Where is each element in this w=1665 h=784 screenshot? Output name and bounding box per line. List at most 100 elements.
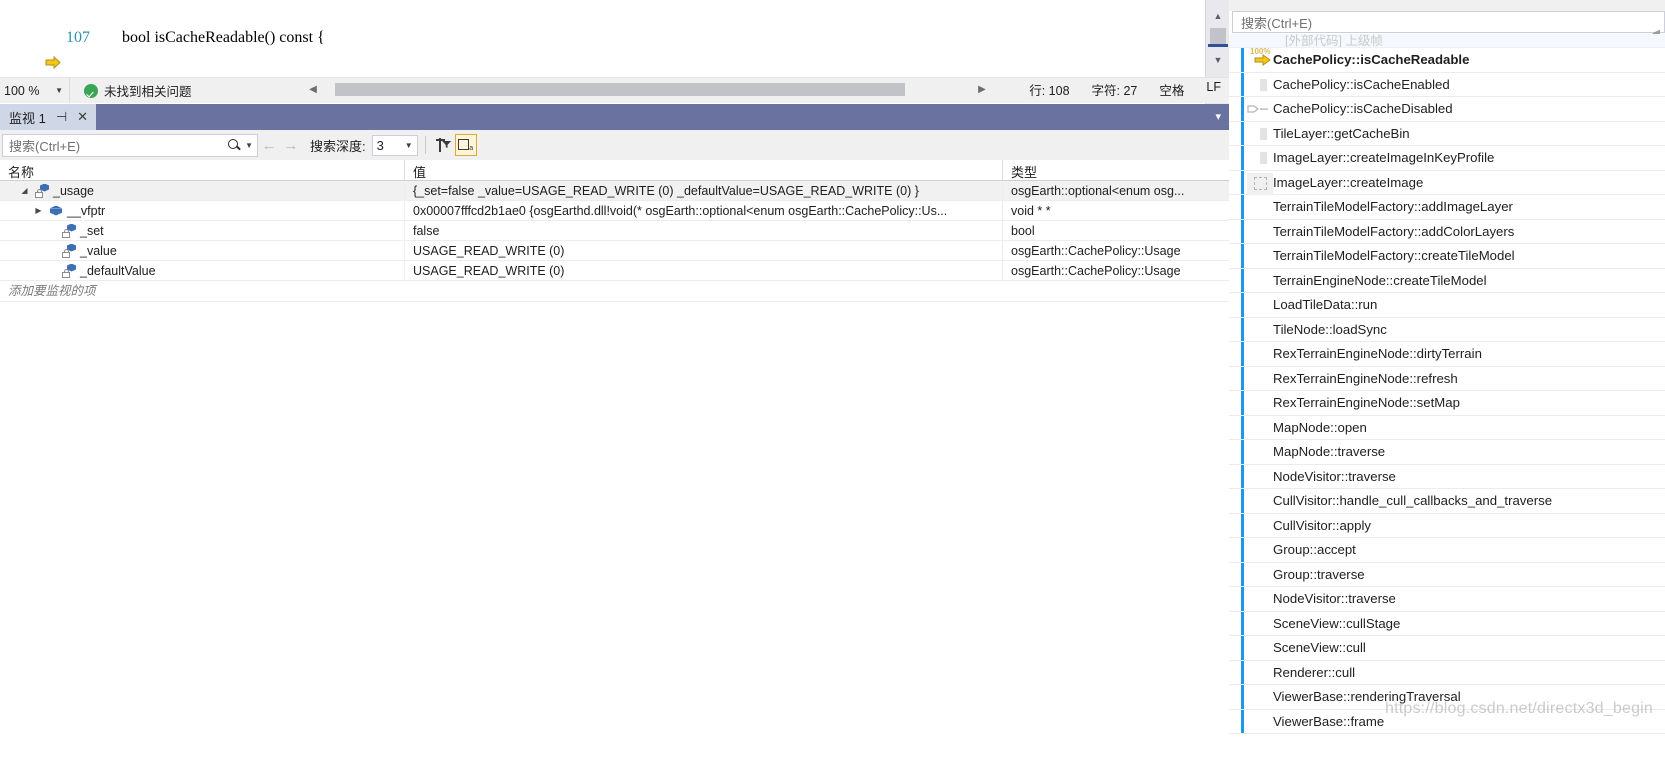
frame-label: TerrainTileModelFactory::addImageLayer xyxy=(1273,199,1513,215)
watch-name-cell[interactable]: ▶ __vfptr xyxy=(0,200,405,221)
table-row[interactable]: ◢ _usage {_set=false _value=USAGE_READ_W… xyxy=(0,180,1229,201)
pin-icon[interactable]: ⊣ xyxy=(56,109,67,125)
watch-value-cell[interactable]: USAGE_READ_WRITE (0) xyxy=(405,240,1003,261)
call-stack-frame[interactable]: Renderer::cull xyxy=(1229,660,1665,685)
frame-tick-icon xyxy=(1260,127,1267,140)
watch-value-cell[interactable]: {_set=false _value=USAGE_READ_WRITE (0) … xyxy=(405,180,1003,201)
column-header-name[interactable]: 名称 xyxy=(0,160,405,180)
call-stack-frame[interactable]: CullVisitor::apply xyxy=(1229,513,1665,538)
call-stack-frame[interactable]: RexTerrainEngineNode::refresh xyxy=(1229,366,1665,391)
code-editor[interactable]: 107 bool isCacheReadable() const { 108 r… xyxy=(0,0,1229,77)
filter-button[interactable] xyxy=(433,134,455,156)
call-stack-frame[interactable]: TerrainTileModelFactory::addColorLayers xyxy=(1229,219,1665,244)
scrollbar-track[interactable] xyxy=(321,82,974,96)
search-depth-combo[interactable]: 3 ▼ xyxy=(371,134,418,156)
watch-value-cell[interactable]: false xyxy=(405,220,1003,241)
call-stack-frame[interactable]: CachePolicy::isCacheDisabled xyxy=(1229,97,1665,122)
watch-toolbar: 搜索(Ctrl+E) ▼ ← → 搜索深度: 3 ▼ a xyxy=(0,130,1229,160)
call-stack-frame[interactable]: TerrainTileModelFactory::addImageLayer xyxy=(1229,195,1665,220)
frame-label: SceneView::cullStage xyxy=(1273,615,1401,631)
call-stack-frame[interactable]: ImageLayer::createImageInKeyProfile xyxy=(1229,146,1665,171)
table-row[interactable]: ▶ _defaultValue USAGE_READ_WRITE (0) osg… xyxy=(0,260,1229,281)
problems-indicator[interactable]: 未找到相关问题 xyxy=(84,81,192,100)
scroll-down-arrow-icon[interactable]: ▼ xyxy=(1210,52,1226,68)
call-stack-search-input[interactable]: 搜索(Ctrl+E) ◀ xyxy=(1232,11,1665,39)
scroll-left-arrow-icon[interactable]: ◀ xyxy=(305,84,321,95)
editor-horizontal-scrollbar[interactable]: ◀ ▶ xyxy=(305,80,990,98)
expander-collapsed-icon[interactable]: ▶ xyxy=(32,201,45,221)
watch-grid[interactable]: 名称 值 类型 ◢ _usage {_set=false _value=USAG… xyxy=(0,160,1229,784)
watch-name: __vfptr xyxy=(67,203,106,218)
call-stack-frame[interactable]: CullVisitor::handle_cull_callbacks_and_t… xyxy=(1229,489,1665,514)
active-thread-indicator xyxy=(1241,709,1244,733)
table-row[interactable]: ▶ __vfptr 0x00007fffcd2b1ae0 {osgEarthd.… xyxy=(0,200,1229,221)
scrollbar-thumb[interactable] xyxy=(1210,28,1226,44)
call-stack-frame[interactable]: TerrainEngineNode::createTileModel xyxy=(1229,268,1665,293)
active-thread-indicator xyxy=(1241,219,1244,243)
call-stack-frame-current[interactable]: 100% CachePolicy::isCacheReadable xyxy=(1229,47,1665,73)
active-thread-indicator xyxy=(1241,146,1244,170)
watch-name: _set xyxy=(80,223,104,238)
frame-gutter xyxy=(1229,121,1273,145)
scroll-right-arrow-icon[interactable]: ▶ xyxy=(974,84,990,95)
expander-placeholder: ▶ xyxy=(45,241,58,261)
call-stack-frame[interactable]: Group::accept xyxy=(1229,538,1665,563)
call-stack-frame[interactable]: ImageLayer::createImage xyxy=(1229,170,1665,195)
line-ending-indicator: LF xyxy=(1206,80,1221,94)
chevron-down-icon[interactable]: ▼ xyxy=(55,86,63,95)
expander-expanded-icon[interactable]: ◢ xyxy=(18,181,31,201)
call-stack-frame[interactable]: RexTerrainEngineNode::setMap xyxy=(1229,391,1665,416)
watch-value-cell[interactable]: 0x00007fffcd2b1ae0 {osgEarthd.dll!void(*… xyxy=(405,200,1003,221)
call-stack-frame[interactable]: SceneView::cull xyxy=(1229,636,1665,661)
call-stack-frame[interactable]: NodeVisitor::traverse xyxy=(1229,464,1665,489)
watch-name-cell[interactable]: ▶ _set xyxy=(0,220,405,241)
call-stack-frame[interactable]: CachePolicy::isCacheEnabled xyxy=(1229,72,1665,97)
active-thread-indicator xyxy=(1241,660,1244,684)
active-thread-indicator xyxy=(1241,415,1244,439)
frame-label: RexTerrainEngineNode::setMap xyxy=(1273,395,1460,411)
close-icon[interactable]: ✕ xyxy=(77,109,88,125)
scroll-up-arrow-icon[interactable]: ▲ xyxy=(1210,8,1226,24)
chevron-down-icon[interactable]: ▾ xyxy=(1215,110,1221,123)
table-row[interactable]: ▶ _set false bool xyxy=(0,220,1229,241)
column-header-value[interactable]: 值 xyxy=(405,160,1003,180)
frame-gutter xyxy=(1229,72,1273,96)
search-next-button[interactable]: → xyxy=(280,137,302,154)
call-stack-frame[interactable]: SceneView::cullStage xyxy=(1229,611,1665,636)
hex-display-toggle[interactable]: a xyxy=(454,134,477,156)
frame-label: ImageLayer::createImageInKeyProfile xyxy=(1273,150,1495,166)
active-thread-indicator xyxy=(1241,195,1244,219)
scrollbar-thumb[interactable] xyxy=(335,82,905,96)
watch-add-item-row[interactable]: 添加要监视的项 xyxy=(0,281,1229,302)
call-stack-frame[interactable]: LoadTileData::run xyxy=(1229,293,1665,318)
watch-search-input[interactable]: 搜索(Ctrl+E) ▼ xyxy=(2,133,258,157)
search-icon[interactable] xyxy=(227,138,242,153)
call-stack-frame[interactable]: NodeVisitor::traverse xyxy=(1229,587,1665,612)
call-stack-frame[interactable]: TileLayer::getCacheBin xyxy=(1229,121,1665,146)
watch-name-cell[interactable]: ◢ _usage xyxy=(0,180,405,201)
chevron-down-icon[interactable]: ▼ xyxy=(245,141,253,150)
call-stack-list[interactable]: [外部代码] 上级帧 100% CachePolicy::isCacheRead… xyxy=(1229,34,1665,784)
call-stack-frame[interactable]: TerrainTileModelFactory::createTileModel xyxy=(1229,244,1665,269)
call-stack-frame[interactable]: TileNode::loadSync xyxy=(1229,317,1665,342)
watch-name-cell[interactable]: ▶ _value xyxy=(0,240,405,261)
active-thread-indicator xyxy=(1241,636,1244,660)
frame-label: TileNode::loadSync xyxy=(1273,321,1387,337)
column-header-type[interactable]: 类型 xyxy=(1003,160,1229,180)
filter-icon xyxy=(436,138,452,152)
zoom-level-combo[interactable]: 100 % ▼ xyxy=(0,78,70,103)
search-depth-label: 搜索深度: xyxy=(310,138,366,154)
call-stack-frame[interactable]: RexTerrainEngineNode::dirtyTerrain xyxy=(1229,342,1665,367)
call-stack-frame[interactable]: MapNode::traverse xyxy=(1229,440,1665,465)
search-prev-button[interactable]: ← xyxy=(258,137,280,154)
expander-placeholder: ▶ xyxy=(45,261,58,281)
field-icon xyxy=(62,263,76,278)
table-row[interactable]: ▶ _value USAGE_READ_WRITE (0) osgEarth::… xyxy=(0,240,1229,261)
watch-value-cell[interactable]: USAGE_READ_WRITE (0) xyxy=(405,260,1003,281)
watch-name-cell[interactable]: ▶ _defaultValue xyxy=(0,260,405,281)
chevron-down-icon[interactable]: ▼ xyxy=(405,141,413,150)
frame-label: NodeVisitor::traverse xyxy=(1273,591,1396,607)
tab-watch-1[interactable]: 监视 1 ⊣ ✕ xyxy=(0,104,97,130)
call-stack-frame[interactable]: Group::traverse xyxy=(1229,562,1665,587)
call-stack-frame[interactable]: MapNode::open xyxy=(1229,415,1665,440)
